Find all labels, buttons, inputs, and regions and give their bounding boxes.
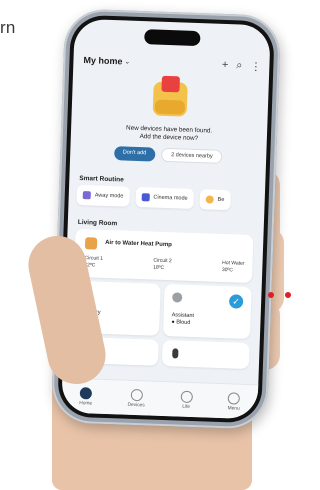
routine-list: Away mode Cinema mode Be <box>76 184 231 211</box>
device-status: ● Bloud <box>171 319 191 326</box>
living-room-title[interactable]: Living Room <box>78 219 118 227</box>
nav-label: Devices <box>127 402 145 408</box>
nav-label: Life <box>182 404 191 410</box>
routine-chip-partial[interactable]: Be <box>199 189 231 211</box>
red-dots <box>268 292 298 300</box>
home-icon <box>79 386 93 400</box>
new-device-illustration <box>146 71 194 121</box>
more-icon[interactable]: ⋮ <box>250 59 261 72</box>
device-tile-4[interactable] <box>161 339 250 369</box>
routine-label: Be <box>217 196 225 204</box>
bottom-nav: Home Devices Life Menu <box>61 377 259 420</box>
routine-label: Cinema mode <box>153 194 188 202</box>
device-icon <box>172 348 179 359</box>
menu-icon <box>227 391 241 405</box>
devices-icon <box>130 388 143 401</box>
heat-pump-card[interactable]: Air to Water Heat Pump Circuit 1 32ºC Ci… <box>73 228 254 284</box>
device-found-message: New devices have been found. Add the dev… <box>71 123 267 146</box>
away-mode-icon <box>82 191 91 200</box>
routine-chip-away[interactable]: Away mode <box>76 184 130 207</box>
sun-icon <box>205 195 214 204</box>
dynamic-island <box>144 29 201 47</box>
routine-chip-cinema[interactable]: Cinema mode <box>135 186 194 209</box>
dont-add-button[interactable]: Don't add <box>113 146 156 162</box>
nav-devices[interactable]: Devices <box>127 388 145 408</box>
device-tile-assistant[interactable]: ✓ Assistant ● Bloud <box>162 283 252 339</box>
life-icon <box>180 390 193 403</box>
chevron-down-icon[interactable]: ⌄ <box>124 57 130 65</box>
heat-pump-icon <box>84 237 98 250</box>
home-title[interactable]: My home <box>83 55 122 66</box>
nav-menu[interactable]: Menu <box>227 391 241 412</box>
nav-label: Home <box>79 400 93 407</box>
routine-label: Away mode <box>94 192 124 200</box>
nav-home[interactable]: Home <box>79 386 93 407</box>
devices-nearby-button[interactable]: 2 devices nearby <box>160 147 223 164</box>
nav-label: Menu <box>227 405 240 412</box>
nav-life[interactable]: Life <box>180 390 193 409</box>
assistant-icon <box>172 292 183 303</box>
cinema-mode-icon <box>141 193 150 202</box>
metric-hot-water: Hot Water 30ºC <box>221 259 245 273</box>
heat-pump-name: Air to Water Heat Pump <box>105 239 172 249</box>
corner-text: rn <box>0 18 16 37</box>
smart-routine-title[interactable]: Smart Routine <box>79 175 124 184</box>
plus-icon[interactable]: + <box>222 58 229 71</box>
search-icon[interactable]: ⌕ <box>236 59 243 72</box>
check-icon[interactable]: ✓ <box>228 294 244 309</box>
metric-circuit-2: Circuit 2 18ºC <box>153 257 172 271</box>
